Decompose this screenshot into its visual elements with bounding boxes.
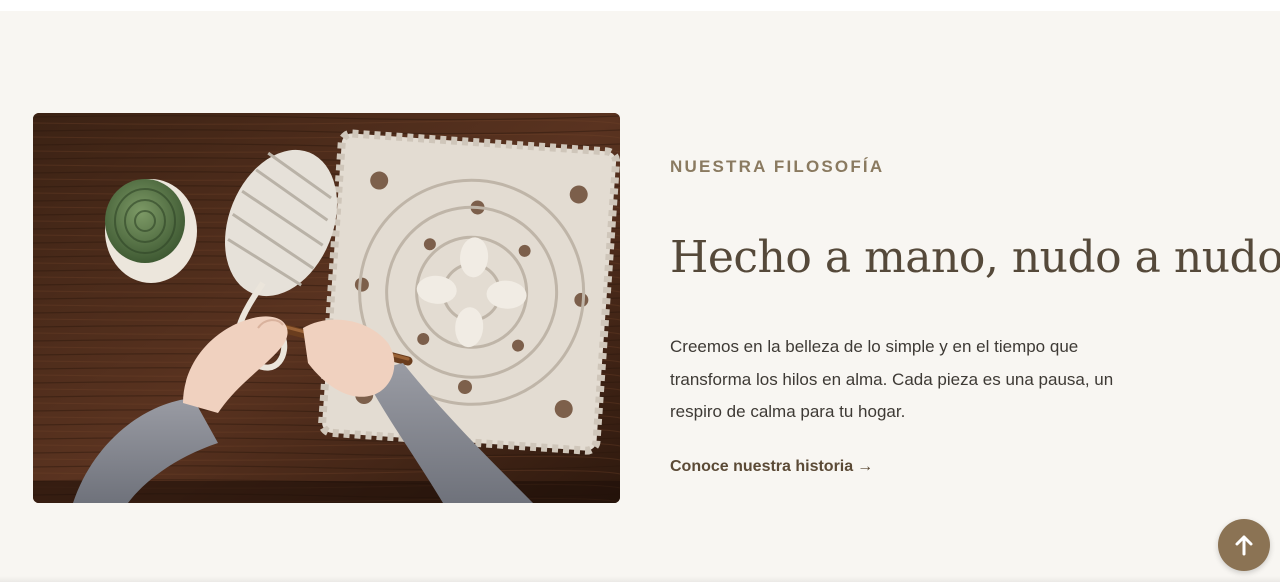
arrow-right-icon: →: [857, 458, 874, 475]
header-edge: [0, 0, 1280, 11]
section-bottom-edge: [0, 576, 1280, 582]
arrow-up-icon: [1235, 535, 1253, 556]
scroll-to-top-button[interactable]: [1218, 519, 1270, 571]
our-story-link[interactable]: Conoce nuestra historia →: [670, 458, 873, 476]
our-story-link-label: Conoce nuestra historia: [670, 458, 854, 475]
section-headline: Hecho a mano, nudo a nudo.: [670, 232, 1280, 283]
section-description: Creemos en la belleza de lo simple y en …: [670, 337, 1114, 421]
crochet-photo: [33, 113, 620, 503]
section-eyebrow: NUESTRA FILOSOFÍA: [670, 157, 885, 176]
